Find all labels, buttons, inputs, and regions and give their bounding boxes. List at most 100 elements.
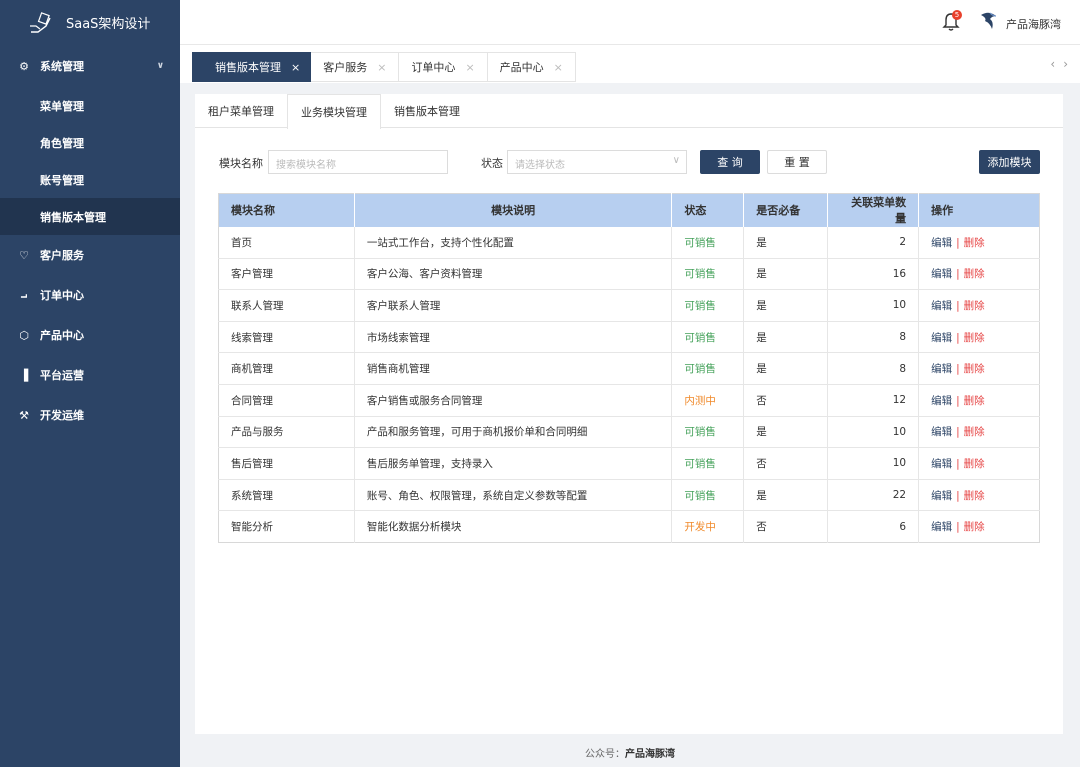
sidebar-group-label: 系统管理 xyxy=(40,60,84,73)
action-separator: | xyxy=(956,363,960,376)
edit-link[interactable]: 编辑 xyxy=(931,363,952,375)
delete-link[interactable]: 删除 xyxy=(964,395,985,407)
tab-scroll-arrows: ‹ › xyxy=(1050,57,1068,71)
chevron-left-icon[interactable]: ‹ xyxy=(1050,57,1055,71)
page-tab-1[interactable]: 客户服务 × xyxy=(311,52,400,82)
dolphin-avatar-icon[interactable] xyxy=(978,10,1000,32)
table-row: 联系人管理 客户联系人管理 可销售是 10 编辑 | 删除 xyxy=(218,289,1040,322)
module-name-input[interactable]: 搜索模块名称 xyxy=(268,150,448,174)
cell-required: 否 xyxy=(743,510,829,543)
footer: 公众号：产品海豚湾 xyxy=(180,745,1080,760)
delete-link[interactable]: 删除 xyxy=(964,268,985,280)
page-tab-label: 产品中心 xyxy=(499,61,544,74)
table-row: 系统管理 账号、角色、权限管理，系统自定义参数等配置 可销售是 22 编辑 | 删除 xyxy=(218,479,1040,512)
app-logo[interactable]: SaaS架构设计 xyxy=(0,0,180,45)
sidebar-group-3[interactable]: ⬡ 产品中心 xyxy=(0,315,180,355)
add-module-button[interactable]: 添加模块 xyxy=(979,150,1040,174)
action-separator: | xyxy=(956,426,960,439)
footer-prefix: 公众号： xyxy=(585,749,625,760)
col-header-actions: 操作 xyxy=(918,193,1040,227)
edit-link[interactable]: 编辑 xyxy=(931,395,952,407)
cell-required: 是 xyxy=(743,479,829,512)
sidebar-group-1[interactable]: ♡ 客户服务 xyxy=(0,235,180,275)
sub-tab-2[interactable]: 销售版本管理 xyxy=(381,94,473,128)
edit-link[interactable]: 编辑 xyxy=(931,521,952,533)
sidebar-group-4[interactable]: ▐ 平台运营 xyxy=(0,355,180,395)
delete-link[interactable]: 删除 xyxy=(964,300,985,312)
cell-status: 可销售 xyxy=(671,289,745,322)
action-separator: | xyxy=(956,394,960,407)
sidebar-item-1[interactable]: 角色管理 xyxy=(0,124,180,161)
delete-link[interactable]: 删除 xyxy=(964,458,985,470)
cell-status: 可销售 xyxy=(671,447,745,480)
cell-menu-count: 10 xyxy=(827,416,920,449)
page-tab-0[interactable]: 销售版本管理 × xyxy=(192,52,312,82)
delete-link[interactable]: 删除 xyxy=(964,332,985,344)
notification-badge: 5 xyxy=(952,10,962,20)
table-row: 智能分析 智能化数据分析模块 开发中否 6 编辑 | 删除 xyxy=(218,510,1040,543)
close-icon[interactable]: × xyxy=(291,61,300,74)
cell-name: 系统管理 xyxy=(218,479,355,512)
sub-tab-1[interactable]: 业务模块管理 xyxy=(287,94,381,129)
sidebar-item-0[interactable]: 菜单管理 xyxy=(0,87,180,124)
app-title: SaaS架构设计 xyxy=(66,17,151,32)
page-tab-label: 客户服务 xyxy=(323,61,368,74)
edit-link[interactable]: 编辑 xyxy=(931,426,952,438)
cell-name: 客户管理 xyxy=(218,258,355,291)
edit-link[interactable]: 编辑 xyxy=(931,300,952,312)
cell-menu-count: 10 xyxy=(827,447,920,480)
chevron-right-icon[interactable]: › xyxy=(1063,57,1068,71)
cell-menu-count: 8 xyxy=(827,321,920,354)
cell-status: 开发中 xyxy=(671,510,745,543)
cell-required: 是 xyxy=(743,226,829,259)
action-separator: | xyxy=(956,331,960,344)
close-icon[interactable]: × xyxy=(554,61,563,74)
delete-link[interactable]: 删除 xyxy=(964,490,985,502)
cell-desc: 市场线索管理 xyxy=(354,321,673,354)
filter-bar: 模块名称 搜索模块名称 状态 请选择状态 ∨ 查 询 重 置 添加模块 xyxy=(195,150,1063,174)
cell-menu-count: 10 xyxy=(827,289,920,322)
delete-link[interactable]: 删除 xyxy=(964,426,985,438)
cell-desc: 销售商机管理 xyxy=(354,352,673,385)
delete-link[interactable]: 删除 xyxy=(964,521,985,533)
query-button[interactable]: 查 询 xyxy=(700,150,760,174)
cell-name: 商机管理 xyxy=(218,352,355,385)
sidebar-group-0[interactable]: ⚙ 系统管理 ∨ xyxy=(0,45,180,87)
sidebar-group-label: 平台运营 xyxy=(40,369,84,382)
cell-desc: 智能化数据分析模块 xyxy=(354,510,673,543)
sidebar-item-2[interactable]: 账号管理 xyxy=(0,161,180,198)
cell-status: 可销售 xyxy=(671,258,745,291)
action-separator: | xyxy=(956,489,960,502)
sub-tabs: 租户菜单管理 业务模块管理 销售版本管理 xyxy=(195,94,1063,129)
edit-link[interactable]: 编辑 xyxy=(931,458,952,470)
content-panel: 租户菜单管理 业务模块管理 销售版本管理 模块名称 搜索模块名称 状态 请选择状态 … xyxy=(195,94,1063,734)
cell-status: 可销售 xyxy=(671,226,745,259)
user-name[interactable]: 产品海豚湾 xyxy=(1006,16,1061,32)
page-tab-3[interactable]: 产品中心 × xyxy=(487,52,576,82)
delete-link[interactable]: 删除 xyxy=(964,363,985,375)
sidebar-group-5[interactable]: ⚒ 开发运维 xyxy=(0,395,180,435)
page-tab-2[interactable]: 订单中心 × xyxy=(399,52,488,82)
bar-chart-icon: ▐ xyxy=(19,368,29,382)
cell-desc: 客户联系人管理 xyxy=(354,289,673,322)
edit-link[interactable]: 编辑 xyxy=(931,332,952,344)
page-tabs: 销售版本管理 × 客户服务 × 订单中心 × 产品中心 × xyxy=(192,52,576,82)
close-icon[interactable]: × xyxy=(465,61,474,74)
edit-link[interactable]: 编辑 xyxy=(931,268,952,280)
col-header-name: 模块名称 xyxy=(218,193,355,227)
cell-name: 线索管理 xyxy=(218,321,355,354)
delete-link[interactable]: 删除 xyxy=(964,237,985,249)
chevron-down-icon: ∨ xyxy=(672,155,680,166)
cell-actions: 编辑 | 删除 xyxy=(918,321,1040,354)
sidebar-item-3[interactable]: 销售版本管理 xyxy=(0,198,180,235)
sub-tab-0[interactable]: 租户菜单管理 xyxy=(195,94,287,128)
cell-desc: 一站式工作台，支持个性化配置 xyxy=(354,226,673,259)
page-tabs-bar: 销售版本管理 × 客户服务 × 订单中心 × 产品中心 × ‹ › xyxy=(180,45,1080,83)
reset-button[interactable]: 重 置 xyxy=(767,150,827,174)
edit-link[interactable]: 编辑 xyxy=(931,237,952,249)
close-icon[interactable]: × xyxy=(377,61,386,74)
edit-link[interactable]: 编辑 xyxy=(931,490,952,502)
cell-required: 是 xyxy=(743,416,829,449)
sidebar-group-2[interactable]: ⨼ 订单中心 xyxy=(0,275,180,315)
status-select[interactable]: 请选择状态 ∨ xyxy=(507,150,687,174)
